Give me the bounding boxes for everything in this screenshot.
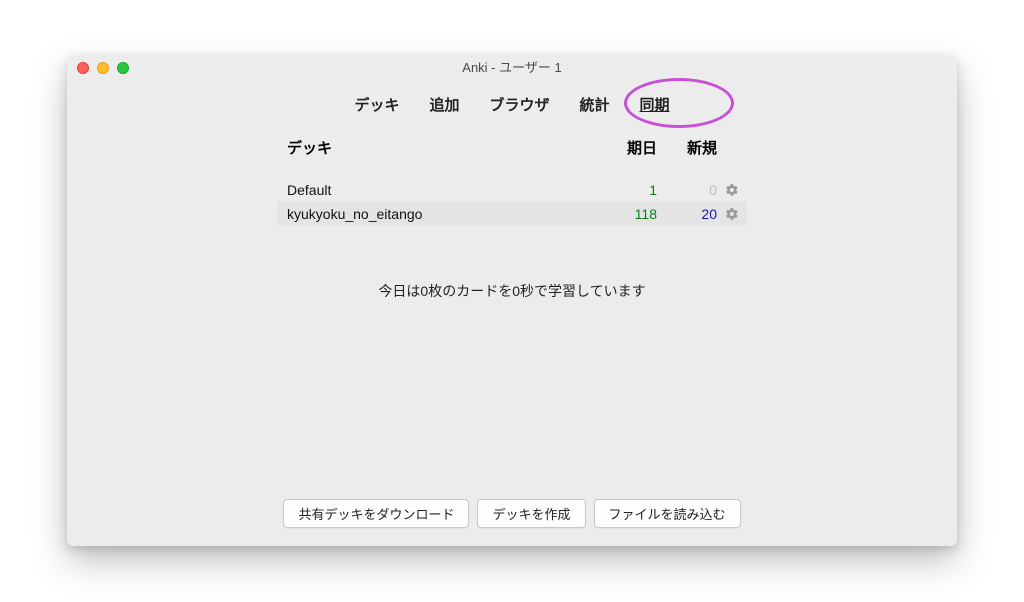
- app-window: Anki - ユーザー 1 デッキ 追加 ブラウザ 統計 同期 デッキ 期日 新…: [67, 56, 957, 546]
- toolbar-browser[interactable]: ブラウザ: [489, 94, 549, 115]
- toolbar-sync[interactable]: 同期: [640, 94, 670, 115]
- titlebar: Anki - ユーザー 1: [67, 56, 957, 80]
- footer-buttons: 共有デッキをダウンロード デッキを作成 ファイルを読み込む: [67, 499, 957, 528]
- close-icon[interactable]: [77, 62, 89, 74]
- zoom-icon[interactable]: [117, 62, 129, 74]
- toolbar-decks[interactable]: デッキ: [354, 94, 399, 115]
- deck-list-area: デッキ 期日 新規 Default 1 0 kyukyoku_no_eitang…: [277, 133, 747, 301]
- gear-icon: [725, 207, 739, 221]
- table-row: Default 1 0: [277, 178, 747, 202]
- download-shared-button[interactable]: 共有デッキをダウンロード: [283, 499, 469, 528]
- toolbar-stats[interactable]: 統計: [580, 94, 610, 115]
- study-status-text: 今日は0枚のカードを0秒で学習しています: [277, 281, 747, 301]
- import-file-button[interactable]: ファイルを読み込む: [594, 499, 741, 528]
- col-header-due: 期日: [597, 137, 657, 158]
- deck-new-count: 0: [657, 182, 717, 198]
- window-title: Anki - ユーザー 1: [75, 56, 949, 80]
- deck-new-count: 20: [657, 206, 717, 222]
- col-header-deck: デッキ: [277, 137, 597, 158]
- toolbar-add[interactable]: 追加: [429, 94, 459, 115]
- deck-due-count: 1: [597, 182, 657, 198]
- minimize-icon[interactable]: [97, 62, 109, 74]
- deck-options-button[interactable]: [717, 207, 747, 221]
- gear-icon: [725, 183, 739, 197]
- deck-due-count: 118: [597, 206, 657, 222]
- deck-name[interactable]: Default: [277, 182, 597, 198]
- column-headers: デッキ 期日 新規: [277, 133, 747, 178]
- col-header-gear: [717, 137, 747, 158]
- deck-name[interactable]: kyukyoku_no_eitango: [277, 206, 597, 222]
- col-header-new: 新規: [657, 137, 717, 158]
- main-toolbar: デッキ 追加 ブラウザ 統計 同期: [67, 80, 957, 133]
- window-controls: [77, 62, 129, 74]
- deck-options-button[interactable]: [717, 183, 747, 197]
- create-deck-button[interactable]: デッキを作成: [477, 499, 585, 528]
- table-row: kyukyoku_no_eitango 118 20: [277, 202, 747, 226]
